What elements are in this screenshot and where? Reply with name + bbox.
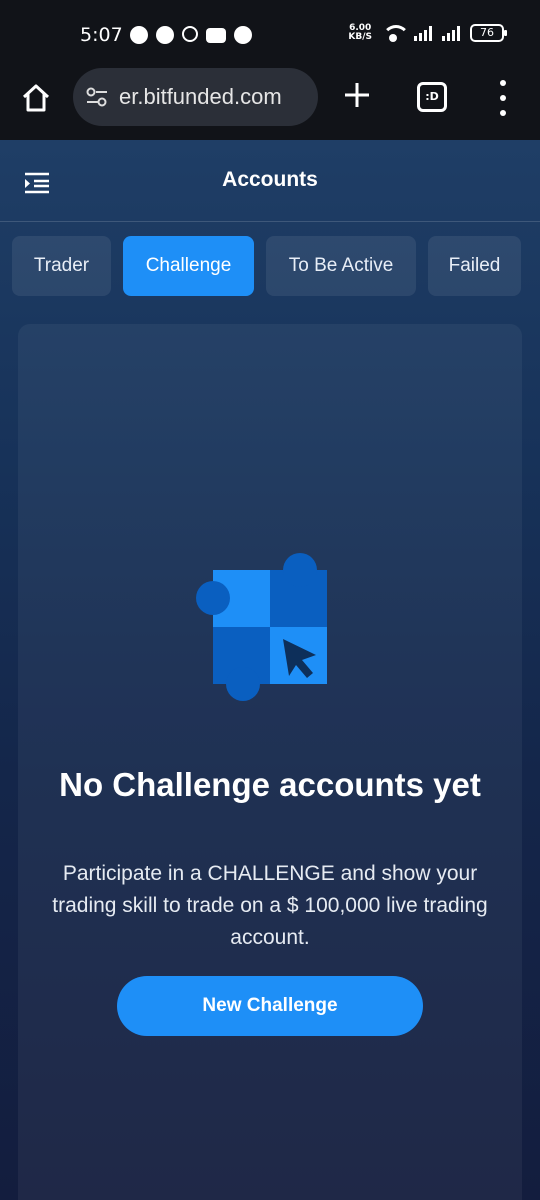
tabs-icon[interactable]: :D: [417, 82, 447, 112]
challenge-illustration: [194, 552, 334, 702]
tab-failed[interactable]: Failed: [428, 236, 521, 296]
url-text: er.bitfunded.com: [119, 84, 282, 109]
app-header: Accounts: [0, 140, 540, 222]
signal-icon: [442, 25, 460, 41]
tab-to-be-active[interactable]: To Be Active: [266, 236, 416, 296]
battery-icon: 76: [470, 24, 507, 42]
bitfunded-icon: [234, 26, 252, 44]
wifi-icon: [382, 25, 410, 42]
tabs-label: :D: [425, 90, 439, 103]
new-tab-icon[interactable]: [340, 78, 374, 112]
youtube-icon: [206, 28, 226, 43]
net-speed-unit: KB/S: [348, 32, 372, 42]
chat-icon: [130, 26, 148, 44]
signal-icon: [414, 25, 432, 41]
tab-challenge[interactable]: Challenge: [123, 236, 254, 296]
system-icons: 6.00 KB/S 76: [348, 24, 507, 42]
empty-state-description: Participate in a CHALLENGE and show your…: [52, 862, 488, 949]
status-time: 5:07: [80, 24, 123, 46]
address-bar[interactable]: er.bitfunded.com: [73, 68, 318, 126]
page-title: Accounts: [222, 168, 318, 191]
notification-icons: [130, 26, 252, 44]
menu-icon[interactable]: [497, 80, 509, 116]
net-speed: 6.00 KB/S: [348, 24, 372, 42]
site-settings-icon[interactable]: [85, 86, 109, 108]
empty-state-card: No Challenge accounts yet Participate in…: [18, 324, 522, 1200]
app-content: Accounts Trader Challenge To Be Active F…: [0, 140, 540, 1200]
messenger-icon: [156, 26, 174, 44]
new-challenge-button[interactable]: New Challenge: [117, 976, 423, 1036]
battery-level: 76: [480, 26, 494, 39]
browser-toolbar: er.bitfunded.com :D: [0, 56, 540, 140]
home-icon[interactable]: [20, 82, 52, 114]
tab-trader[interactable]: Trader: [12, 236, 111, 296]
empty-state-title: No Challenge accounts yet: [59, 766, 481, 803]
app-icon: [182, 26, 198, 42]
